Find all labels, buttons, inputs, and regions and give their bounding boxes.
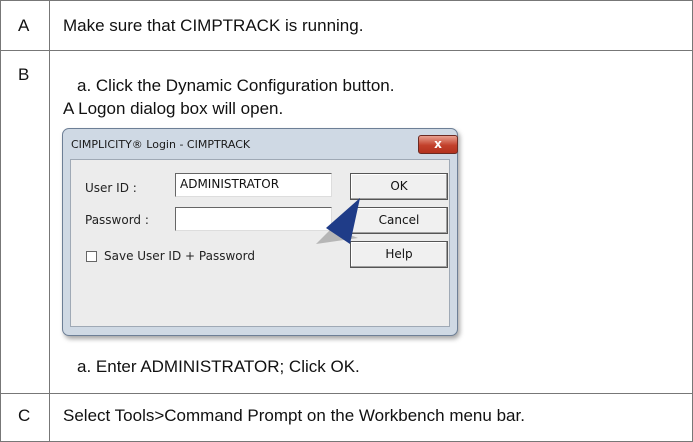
step-b-note: A Logon dialog box will open.	[63, 99, 284, 118]
password-label: Password :	[85, 213, 149, 227]
user-id-input[interactable]: ADMINISTRATOR	[175, 173, 332, 197]
close-icon[interactable]: x	[418, 135, 458, 154]
password-input[interactable]	[175, 207, 332, 231]
step-b-instruction-1: a. Click the Dynamic Configuration butto…	[77, 76, 395, 95]
save-credentials-label: Save User ID + Password	[104, 249, 255, 263]
step-a-text: Make sure that CIMPTRACK is running.	[63, 16, 364, 35]
login-dialog: CIMPLICITY® Login - CIMPTRACK x User ID …	[62, 128, 458, 336]
step-b-instruction-2: a. Enter ADMINISTRATOR; Click OK.	[77, 357, 360, 376]
save-credentials-checkbox[interactable]	[86, 251, 97, 262]
step-letter-c: C	[18, 406, 31, 425]
pointer-arrow-icon	[316, 198, 360, 244]
step-c-text: Select Tools>Command Prompt on the Workb…	[63, 406, 525, 425]
step-letter-b: B	[18, 65, 30, 84]
user-id-label: User ID :	[85, 181, 137, 195]
dialog-client-area: User ID : ADMINISTRATOR Password : Save …	[70, 159, 450, 327]
step-letter-a: A	[18, 16, 30, 35]
step-letter-cell	[0, 50, 50, 394]
dialog-title: CIMPLICITY® Login - CIMPTRACK	[71, 138, 251, 151]
ok-button[interactable]: OK	[350, 173, 448, 200]
